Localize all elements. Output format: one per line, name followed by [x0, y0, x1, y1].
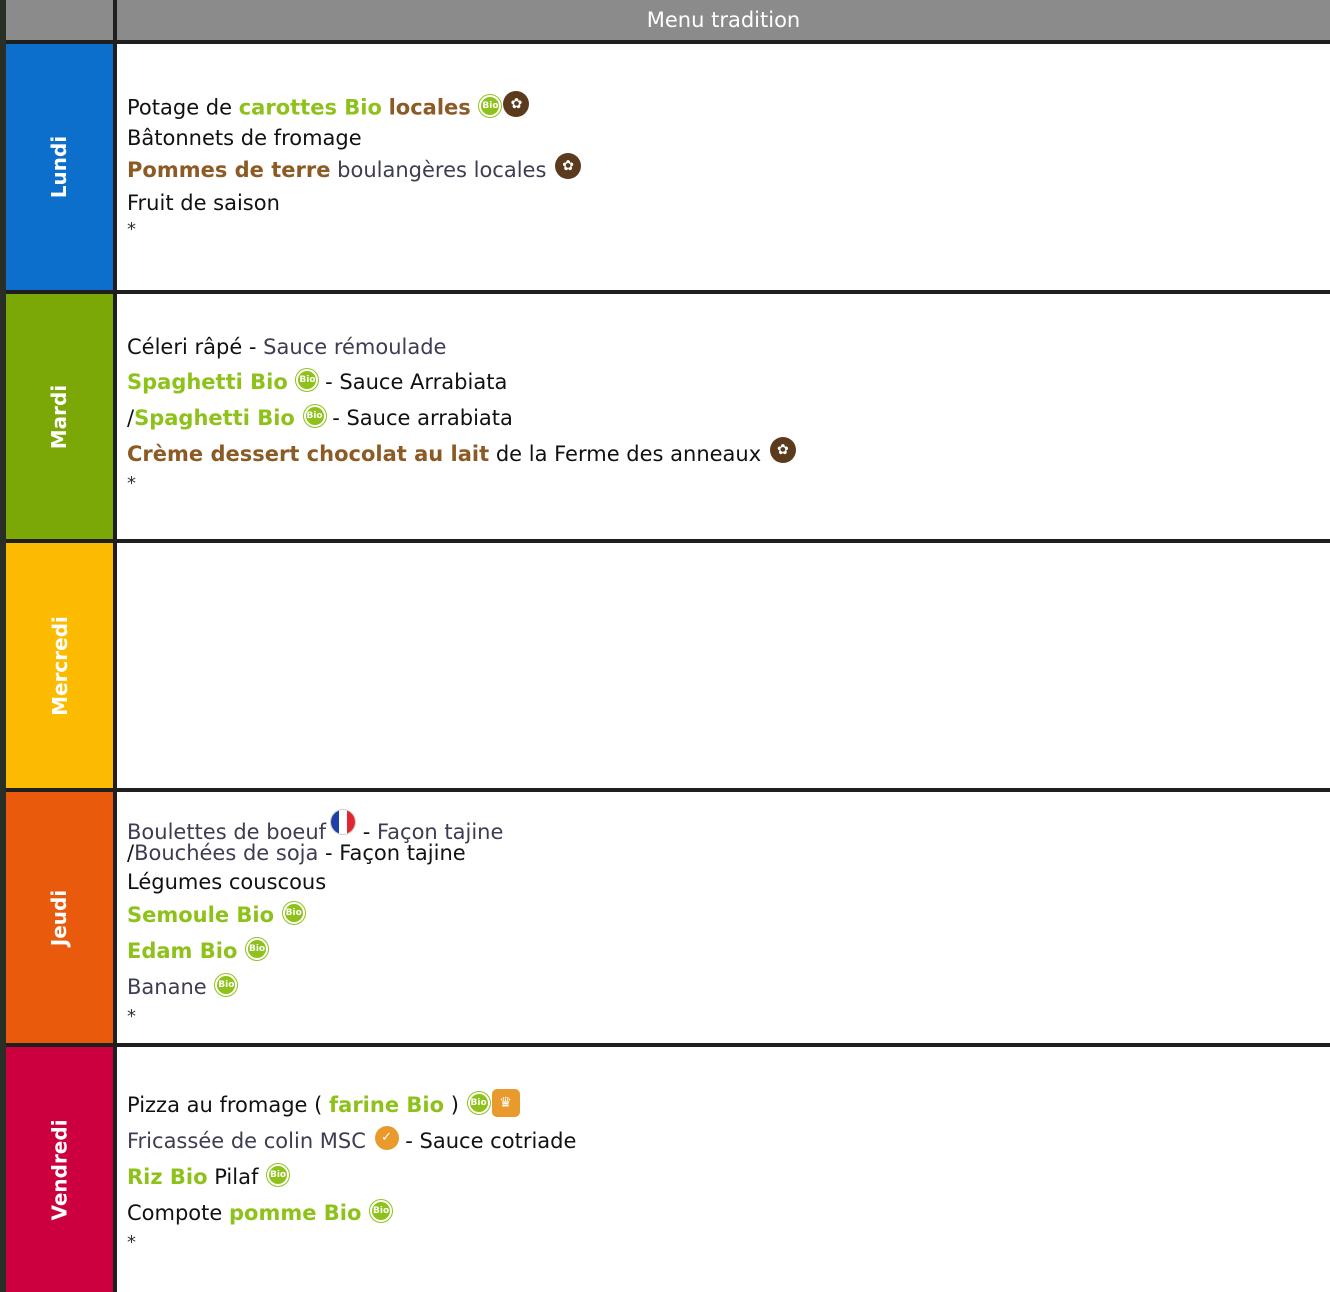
dish-line: Potage de carottes Bio locales Bio ✿ [127, 91, 1330, 124]
day-cell-mercredi: Mercredi [6, 543, 113, 788]
bio-label-icon: Bio [370, 1200, 393, 1222]
menu-footnote-star: * [127, 473, 136, 494]
homemade-chef-icon: ♛ [491, 1089, 520, 1117]
bio-label-icon: Bio [467, 1092, 490, 1114]
msc-label-icon: ✓ [374, 1126, 399, 1150]
menu-footnote-star: * [127, 1006, 136, 1027]
day-cell-lundi: Lundi [6, 44, 113, 290]
bio-label-icon: Bio [246, 938, 269, 960]
dish-line: /Bouchées de soja - Façon tajine [127, 841, 466, 865]
menu-cell-mercredi [117, 543, 1330, 788]
dish-line: Légumes couscous [127, 870, 327, 894]
dish-line: Bâtonnets de fromage [127, 126, 362, 150]
dish-line: Compote pomme Bio Bio [127, 1195, 1330, 1231]
dish-line: Semoule Bio Bio [127, 897, 1330, 933]
day-label-lundi: Lundi [47, 135, 72, 199]
menu-footnote-star: * [127, 1232, 136, 1253]
dish-line: Céleri râpé - Sauce rémoulade [127, 335, 447, 359]
bio-label-icon: Bio [479, 95, 502, 117]
menu-footnote-star: * [127, 219, 136, 240]
local-product-icon: ✿ [769, 437, 796, 463]
bio-label-icon: Bio [215, 974, 238, 996]
dish-line: Crème dessert chocolat au lait de la Fer… [127, 436, 1330, 472]
dish-line: Banane Bio [127, 969, 1330, 1005]
dish-line: Pizza au fromage ( farine Bio ) Bio ♛ [127, 1087, 1330, 1123]
france-flag-icon [330, 809, 357, 835]
day-label-mardi: Mardi [47, 384, 72, 449]
day-cell-mardi: Mardi [6, 294, 113, 539]
dish-line: Spaghetti Bio Bio - Sauce Arrabiata [127, 369, 508, 394]
day-cell-jeudi: Jeudi [6, 792, 113, 1043]
day-label-jeudi: Jeudi [47, 889, 72, 946]
dish-line: Edam Bio Bio [127, 933, 1330, 969]
menu-cell-lundi: Potage de carottes Bio locales Bio ✿ Bâto… [117, 44, 1330, 290]
dish-line: Boulettes de boeuf - Façon tajine [127, 809, 1330, 844]
day-cell-vendredi: Vendredi [6, 1047, 113, 1292]
menu-cell-jeudi: Boulettes de boeuf - Façon tajine /Bouch… [117, 792, 1330, 1043]
dish-line: Riz Bio Pilaf Bio [127, 1159, 1330, 1195]
menu-cell-vendredi: Pizza au fromage ( farine Bio ) Bio ♛ Fri… [117, 1047, 1330, 1292]
dish-line: Fricassée de colin MSC ✓ - Sauce cotriad… [127, 1123, 1330, 1159]
menu-title: Menu tradition [117, 0, 1330, 40]
bio-label-icon: Bio [267, 1164, 290, 1186]
bio-label-icon: Bio [296, 369, 319, 391]
local-product-icon: ✿ [503, 91, 530, 117]
local-product-icon: ✿ [555, 153, 582, 179]
dish-line: Fruit de saison [127, 191, 280, 215]
header-day-cell [6, 0, 113, 40]
bio-label-icon: Bio [282, 902, 305, 924]
bio-label-icon: Bio [303, 405, 326, 427]
dish-line: /Spaghetti Bio Bio - Sauce arrabiata [127, 405, 513, 430]
day-label-mercredi: Mercredi [47, 615, 72, 716]
menu-cell-mardi: Céleri râpé - Sauce rémoulade Spaghetti … [117, 294, 1330, 539]
day-label-vendredi: Vendredi [47, 1118, 72, 1221]
dish-line: Pommes de terre boulangères locales ✿ [127, 152, 1330, 188]
